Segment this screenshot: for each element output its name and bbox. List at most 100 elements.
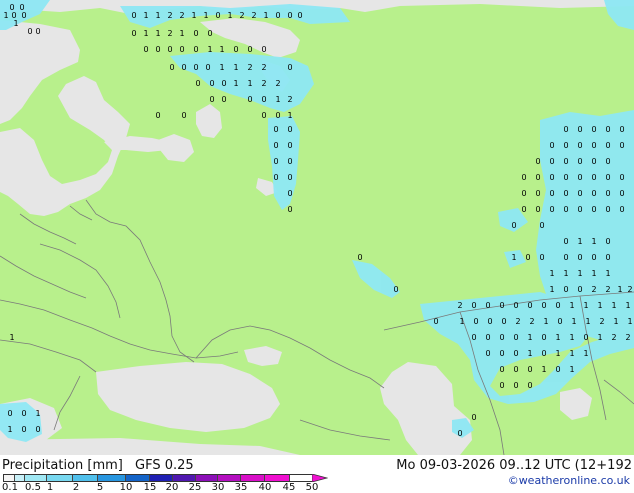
precip-value-label: 0	[591, 173, 596, 182]
precip-value-label: 0	[181, 63, 186, 72]
precip-value-label: 0	[247, 95, 252, 104]
precip-value-label: 0	[297, 11, 302, 20]
precip-value-label: 1	[13, 19, 18, 28]
precip-value-label: 0	[485, 301, 490, 310]
precip-value-label: 0	[471, 301, 476, 310]
precip-value-label: 0	[583, 333, 588, 342]
precip-value-label: 0	[619, 189, 624, 198]
precip-value-label: 1	[563, 269, 568, 278]
precip-value-label: 0	[471, 333, 476, 342]
precip-value-label: 0	[287, 205, 292, 214]
precip-value-label: 0	[535, 157, 540, 166]
precip-value-label: 0	[619, 141, 624, 150]
color-scale-tick: 1	[46, 482, 54, 493]
precip-value-label: 0	[261, 95, 266, 104]
precip-value-label: 0	[287, 141, 292, 150]
precip-value-label: 0	[619, 173, 624, 182]
precip-value-label: 0	[35, 27, 40, 36]
precip-value-label: 0	[143, 45, 148, 54]
precip-value-label: 1	[625, 301, 630, 310]
color-scale-tick: 40	[258, 482, 272, 493]
precip-value-label: 1	[7, 425, 12, 434]
precip-value-label: 0	[433, 317, 438, 326]
precip-value-label: 0	[605, 157, 610, 166]
precip-value-label: 2	[611, 333, 616, 342]
precip-value-label: 0	[527, 301, 532, 310]
precip-value-label: 0	[563, 237, 568, 246]
precip-value-label: 1	[527, 349, 532, 358]
precip-value-label: 0	[577, 253, 582, 262]
precip-value-label: 2	[457, 301, 462, 310]
precip-value-label: 1	[207, 45, 212, 54]
color-scale-tick: 10	[119, 482, 133, 493]
precip-value-label: 1	[191, 11, 196, 20]
precip-value-label: 0	[563, 205, 568, 214]
precip-value-label: 0	[513, 349, 518, 358]
credit-link[interactable]: ©weatheronline.co.uk	[508, 474, 630, 487]
precipitation-map: 0010010001122110122100001121000000011000…	[0, 0, 634, 455]
precip-value-label: 0	[393, 285, 398, 294]
precip-value-label: 0	[591, 157, 596, 166]
precip-value-label: 0	[205, 63, 210, 72]
precip-value-label: 0	[563, 285, 568, 294]
precip-value-label: 0	[541, 349, 546, 358]
precip-value-label: 0	[549, 141, 554, 150]
precip-value-label: 0	[563, 141, 568, 150]
precip-value-label: 1	[555, 333, 560, 342]
precip-value-label: 0	[539, 221, 544, 230]
precip-value-label: 2	[605, 285, 610, 294]
precip-value-label: 0	[591, 205, 596, 214]
precip-value-label: 2	[275, 79, 280, 88]
precip-value-label: 0	[513, 381, 518, 390]
map-title: Precipitation [mm] GFS 0.25	[2, 458, 194, 473]
precip-value-label: 1	[9, 333, 14, 342]
precip-value-label: 1	[585, 317, 590, 326]
precip-value-label: 2	[599, 317, 604, 326]
precip-value-label: 2	[261, 79, 266, 88]
precip-value-label: 0	[591, 253, 596, 262]
precip-value-label: 0	[221, 95, 226, 104]
precip-value-label: 1	[459, 317, 464, 326]
precip-value-label: 0	[535, 173, 540, 182]
precip-value-label: 0	[499, 365, 504, 374]
precip-value-label: 2	[625, 333, 630, 342]
precip-value-label: 0	[525, 253, 530, 262]
precip-value-label: 0	[457, 429, 462, 438]
precip-value-label: 0	[577, 157, 582, 166]
precip-value-label: 0	[273, 157, 278, 166]
precip-value-label: 1	[527, 333, 532, 342]
precip-value-label: 0	[535, 189, 540, 198]
precip-value-label: 0	[555, 301, 560, 310]
precip-value-label: 0	[605, 189, 610, 198]
precip-value-label: 0	[549, 189, 554, 198]
precip-value-label: 0	[485, 333, 490, 342]
precip-value-label: 0	[287, 173, 292, 182]
precip-value-label: 1	[219, 45, 224, 54]
precip-value-label: 0	[557, 317, 562, 326]
precip-value-label: 1	[549, 269, 554, 278]
precip-value-label: 1	[511, 253, 516, 262]
precip-value-label: 0	[605, 173, 610, 182]
precip-value-label: 2	[247, 63, 252, 72]
precip-value-label: 1	[203, 11, 208, 20]
color-scale-tick: 45	[282, 482, 296, 493]
precip-value-label: 0	[273, 173, 278, 182]
precip-value-label: 1	[583, 301, 588, 310]
precip-value-label: 0	[35, 425, 40, 434]
precip-value-label: 0	[473, 317, 478, 326]
precip-value-label: 0	[605, 237, 610, 246]
precip-value-label: 1	[287, 111, 292, 120]
precip-value-label: 1	[275, 95, 280, 104]
precip-value-label: 1	[627, 317, 632, 326]
precip-value-label: 2	[529, 317, 534, 326]
color-scale-tick: 50	[305, 482, 319, 493]
precip-value-label: 0	[179, 45, 184, 54]
precip-value-label: 1	[219, 63, 224, 72]
precip-value-label: 0	[555, 365, 560, 374]
precip-value-label: 0	[193, 45, 198, 54]
precip-value-label: 0	[499, 349, 504, 358]
precip-value-label: 0	[357, 253, 362, 262]
precip-value-label: 0	[215, 11, 220, 20]
precip-value-label: 0	[485, 349, 490, 358]
precip-value-label: 0	[577, 205, 582, 214]
